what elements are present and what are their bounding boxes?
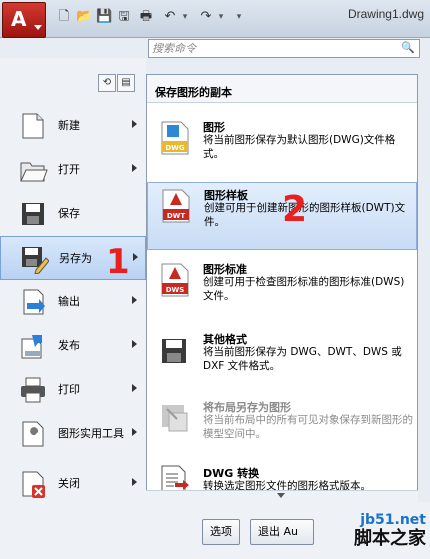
chevron-right-icon bbox=[132, 340, 137, 348]
submenu-item-desc: 将当前图形保存为 DWG、DWT、DWS 或 DXF 文件格式。 bbox=[203, 346, 402, 372]
menu-item-open[interactable]: 打开 bbox=[0, 148, 146, 192]
chevron-right-icon bbox=[132, 384, 137, 392]
menu-item-label: 输出 bbox=[58, 295, 80, 308]
menu-item-save[interactable]: 保存 bbox=[0, 192, 146, 236]
export-icon bbox=[18, 287, 48, 317]
submenu-scroll-down[interactable] bbox=[146, 490, 418, 502]
save-as-icon bbox=[19, 244, 49, 274]
submenu-item-desc: 创建可用于创建新图形的图形样板(DWT)文件。 bbox=[204, 202, 406, 228]
undo-icon[interactable]: ↶ bbox=[162, 9, 178, 25]
menu-item-label: 打印 bbox=[58, 383, 80, 396]
submenu-item-drawing-standards[interactable]: DWS 图形标准 创建可用于检查图形标准的图形标准(DWS)文件。 bbox=[147, 257, 417, 319]
menu-item-print[interactable]: 打印 bbox=[0, 368, 146, 412]
search-box[interactable]: 🔍 bbox=[148, 39, 420, 58]
menu-item-label: 关闭 bbox=[58, 477, 80, 490]
watermark-url: jb51.net bbox=[360, 512, 426, 528]
dwt-file-icon: DWT bbox=[162, 189, 190, 223]
wrench-icon bbox=[18, 419, 48, 449]
chevron-right-icon bbox=[132, 478, 137, 486]
menu-item-new[interactable]: 新建 bbox=[0, 104, 146, 148]
chevron-right-icon bbox=[132, 428, 137, 436]
title-bar: A 🗋 📂 💾 🖫 🖶 ↶ ▾ ↷ ▾ ▾ Drawing1.dwg bbox=[0, 0, 430, 38]
options-button[interactable]: 选项 bbox=[202, 519, 240, 545]
submenu-header: 保存图形的副本 bbox=[147, 75, 417, 103]
submenu-item-desc: 创建可用于检查图形标准的图形标准(DWS)文件。 bbox=[203, 276, 405, 302]
file-badge: DWG bbox=[165, 144, 185, 152]
save-layout-icon bbox=[161, 401, 189, 435]
new-icon bbox=[18, 111, 48, 141]
chevron-down-icon bbox=[34, 25, 42, 30]
dwg-file-icon: DWG bbox=[161, 121, 189, 155]
document-title: Drawing1.dwg bbox=[347, 7, 424, 21]
watermark: jb51.net 脚本之家 bbox=[354, 512, 426, 550]
publish-icon bbox=[18, 331, 48, 361]
undo-dropdown-icon[interactable]: ▾ bbox=[180, 9, 190, 25]
annotation-step-1: 1 bbox=[106, 242, 130, 282]
save-other-icon bbox=[161, 333, 189, 367]
submenu-item-desc: 将当前图形保存为默认图形(DWG)文件格式。 bbox=[203, 134, 396, 160]
menu-item-label: 图形实用工具 bbox=[58, 427, 124, 440]
open-documents-icon[interactable]: ▤ bbox=[117, 74, 135, 92]
file-badge: DWT bbox=[167, 212, 186, 220]
new-icon[interactable]: 🗋 bbox=[56, 9, 72, 25]
recent-documents-icon[interactable]: ⟲ bbox=[98, 74, 116, 92]
close-document-icon bbox=[18, 469, 48, 499]
search-icon[interactable]: 🔍 bbox=[401, 41, 415, 54]
menu-item-publish[interactable]: 发布 bbox=[0, 324, 146, 368]
application-menu-button[interactable]: A bbox=[2, 2, 46, 38]
save-icon[interactable]: 💾 bbox=[96, 9, 112, 25]
menu-item-close[interactable]: 关闭 bbox=[0, 462, 146, 506]
chevron-right-icon bbox=[133, 253, 138, 261]
menu-item-label: 打开 bbox=[58, 163, 80, 176]
recent-documents-toolbar: ⟲ ▤ bbox=[98, 74, 136, 94]
chevron-down-icon bbox=[277, 493, 285, 498]
redo-icon[interactable]: ↷ bbox=[198, 9, 214, 25]
plot-icon[interactable]: 🖶 bbox=[138, 9, 154, 25]
menu-item-drawing-utilities[interactable]: 图形实用工具 bbox=[0, 412, 146, 456]
menu-item-label: 新建 bbox=[58, 119, 80, 132]
menu-item-export[interactable]: 输出 bbox=[0, 280, 146, 324]
dws-file-icon: DWS bbox=[161, 263, 189, 297]
save-as-icon[interactable]: 🖫 bbox=[116, 9, 132, 25]
file-badge: DWS bbox=[166, 286, 185, 294]
submenu-title: 保存图形的副本 bbox=[155, 86, 232, 99]
print-icon bbox=[18, 375, 48, 405]
menu-item-label: 发布 bbox=[58, 339, 80, 352]
chevron-right-icon bbox=[132, 164, 137, 172]
submenu-item-save-layout: 将布局另存为图形 将当前布局中的所有可见对象保存到新图形的模型空间中。 bbox=[147, 395, 417, 457]
submenu-item-desc: 将当前布局中的所有可见对象保存到新图形的模型空间中。 bbox=[203, 414, 413, 440]
save-icon bbox=[18, 199, 48, 229]
chevron-right-icon bbox=[132, 296, 137, 304]
redo-dropdown-icon[interactable]: ▾ bbox=[216, 9, 226, 25]
exit-button[interactable]: 退出 Au bbox=[250, 519, 314, 545]
search-input[interactable] bbox=[149, 40, 397, 57]
submenu-item-drawing[interactable]: DWG 图形 将当前图形保存为默认图形(DWG)文件格式。 bbox=[147, 115, 417, 177]
save-as-submenu: 保存图形的副本 DWG 图形 将当前图形保存为默认图形(DWG)文件格式。 DW… bbox=[146, 74, 418, 498]
watermark-site: 脚本之家 bbox=[354, 528, 426, 549]
customize-icon[interactable]: ▾ bbox=[234, 9, 244, 25]
open-icon[interactable]: 📂 bbox=[76, 9, 92, 25]
menu-item-label: 保存 bbox=[58, 207, 80, 220]
submenu-item-other-formats[interactable]: 其他格式 将当前图形保存为 DWG、DWT、DWS 或 DXF 文件格式。 bbox=[147, 327, 417, 389]
annotation-step-2: 2 bbox=[282, 189, 308, 230]
autocad-logo: A bbox=[11, 7, 27, 31]
open-folder-icon bbox=[18, 155, 48, 185]
chevron-right-icon bbox=[132, 120, 137, 128]
